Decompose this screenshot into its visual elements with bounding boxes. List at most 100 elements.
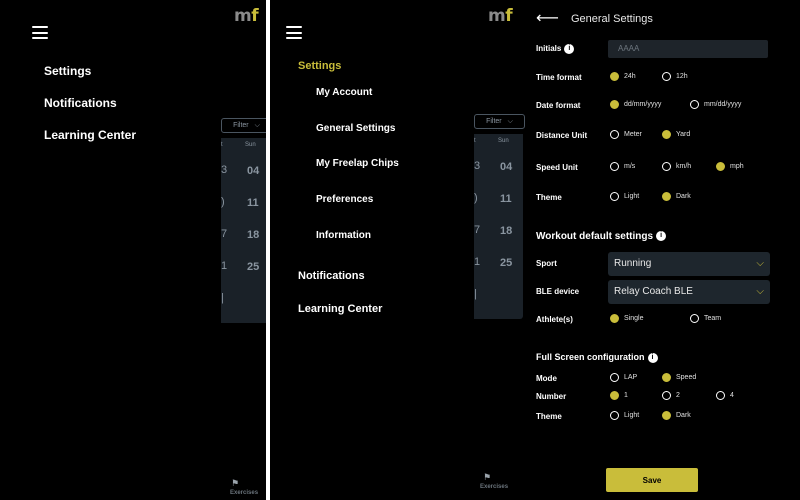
- page-title: General Settings: [570, 13, 653, 25]
- save-button[interactable]: Save: [606, 468, 698, 492]
- sport-select[interactable]: Running ⌵: [608, 252, 770, 276]
- submenu-information[interactable]: Information: [316, 230, 371, 241]
- exercises-tab[interactable]: ⚑ Exercises: [220, 478, 258, 496]
- radio-empty-icon: [662, 72, 671, 81]
- radio-athlete-single[interactable]: Single: [610, 314, 643, 323]
- radio-selected-icon: [662, 411, 671, 420]
- exercises-tab[interactable]: ⚑ Exercises: [470, 472, 508, 490]
- radio-distance-meter[interactable]: Meter: [610, 130, 642, 139]
- sport-label: Sport: [536, 259, 557, 268]
- calendar-column: t Sun 3 04 ) 11 7 18 1 25 |: [474, 134, 523, 319]
- radio-distance-yard[interactable]: Yard: [662, 130, 690, 139]
- radio-empty-icon: [690, 100, 699, 109]
- submenu-general-settings[interactable]: General Settings: [316, 123, 395, 134]
- radio-selected-icon: [610, 314, 619, 323]
- radio-theme-dark[interactable]: Dark: [662, 192, 691, 201]
- calendar-day[interactable]: 04: [247, 165, 259, 177]
- info-icon[interactable]: i: [647, 352, 658, 363]
- submenu-my-account[interactable]: My Account: [316, 87, 372, 98]
- menu-item-notifications[interactable]: Notifications: [44, 96, 117, 110]
- date-format-label: Date format: [536, 101, 581, 110]
- settings-menu-panel: mf Settings My Account General Settings …: [270, 0, 526, 500]
- radio-selected-icon: [610, 72, 619, 81]
- flag-icon: ⚑: [230, 478, 240, 488]
- menu-item-settings[interactable]: Settings: [44, 64, 91, 78]
- arrow-left-icon[interactable]: ⟵: [536, 11, 559, 27]
- app-logo: mf: [234, 6, 259, 26]
- ble-device-select[interactable]: Relay Coach BLE ⌵: [608, 280, 770, 304]
- radio-empty-icon: [610, 162, 619, 171]
- radio-date-ddmmyyyy[interactable]: dd/mm/yyyy: [610, 100, 661, 109]
- radio-time-24h[interactable]: 24h: [610, 72, 636, 81]
- calendar-day[interactable]: 11: [247, 197, 259, 209]
- radio-mode-lap[interactable]: LAP: [610, 373, 637, 382]
- workout-defaults-title: Workout default settings i: [536, 231, 667, 242]
- radio-selected-icon: [610, 391, 619, 400]
- exercises-tab-label: Exercises: [230, 490, 259, 496]
- initials-label: Initials i: [536, 44, 575, 54]
- main-menu-panel: mf Settings Notifications Learning Cente…: [0, 0, 266, 500]
- calendar-day[interactable]: 18: [500, 225, 512, 237]
- theme-label: Theme: [536, 193, 562, 202]
- calendar-day[interactable]: 04: [500, 161, 512, 173]
- menu-item-learning-center[interactable]: Learning Center: [298, 303, 382, 315]
- fullscreen-theme-label: Theme: [536, 412, 562, 421]
- calendar-column: t Sun 3 04 ) 11 7 18 1 25 |: [221, 138, 266, 323]
- calendar-day[interactable]: 11: [500, 193, 512, 205]
- number-label: Number: [536, 392, 567, 401]
- radio-number-2[interactable]: 2: [662, 391, 680, 400]
- radio-number-4[interactable]: 4: [716, 391, 734, 400]
- radio-speed-kmh[interactable]: km/h: [662, 162, 691, 171]
- radio-time-12h[interactable]: 12h: [662, 72, 688, 81]
- info-icon[interactable]: i: [564, 44, 575, 54]
- radio-empty-icon: [610, 130, 619, 139]
- weekday-label: Sun: [498, 138, 509, 144]
- radio-number-1[interactable]: 1: [610, 391, 628, 400]
- radio-theme-light[interactable]: Light: [610, 192, 639, 201]
- radio-speed-ms[interactable]: m/s: [610, 162, 635, 171]
- hamburger-menu-icon[interactable]: [32, 26, 48, 39]
- radio-fs-theme-light[interactable]: Light: [610, 411, 639, 420]
- radio-date-mmddyyyy[interactable]: mm/dd/yyyy: [690, 100, 741, 109]
- radio-empty-icon: [610, 373, 619, 382]
- ble-device-label: BLE device: [536, 287, 580, 296]
- radio-speed-mph[interactable]: mph: [716, 162, 744, 171]
- chevron-down-icon: ⌵: [254, 121, 260, 129]
- radio-selected-icon: [610, 100, 619, 109]
- submenu-my-freelap-chips[interactable]: My Freelap Chips: [316, 158, 399, 169]
- menu-item-notifications[interactable]: Notifications: [298, 270, 365, 282]
- chevron-down-icon: ⌵: [756, 258, 764, 269]
- radio-athlete-team[interactable]: Team: [690, 314, 721, 323]
- radio-empty-icon: [662, 391, 671, 400]
- mode-label: Mode: [536, 374, 557, 383]
- filter-dropdown[interactable]: Filter ⌵: [221, 118, 266, 133]
- radio-selected-icon: [716, 162, 725, 171]
- exercises-tab-label: Exercises: [480, 484, 509, 490]
- general-settings-panel: ⟵ General Settings Initials i AAAA Time f…: [526, 0, 800, 500]
- chevron-down-icon: ⌵: [507, 117, 513, 125]
- filter-dropdown[interactable]: Filter ⌵: [474, 114, 525, 129]
- radio-empty-icon: [610, 192, 619, 201]
- header-bar: ⟵ General Settings: [536, 10, 653, 28]
- submenu-preferences[interactable]: Preferences: [316, 194, 373, 205]
- app-logo: mf: [488, 6, 513, 26]
- speed-unit-label: Speed Unit: [536, 163, 578, 172]
- fullscreen-config-title: Full Screen configuration i: [536, 352, 658, 363]
- calendar-day[interactable]: 25: [247, 261, 259, 273]
- radio-fs-theme-dark[interactable]: Dark: [662, 411, 691, 420]
- menu-item-learning-center[interactable]: Learning Center: [44, 128, 136, 142]
- athletes-label: Athlete(s): [536, 315, 573, 324]
- calendar-day[interactable]: 18: [247, 229, 259, 241]
- hamburger-menu-icon[interactable]: [286, 26, 302, 39]
- radio-empty-icon: [690, 314, 699, 323]
- info-icon[interactable]: i: [656, 231, 667, 242]
- initials-input[interactable]: AAAA: [608, 40, 768, 58]
- radio-empty-icon: [716, 391, 725, 400]
- chevron-down-icon: ⌵: [756, 286, 764, 297]
- radio-selected-icon: [662, 192, 671, 201]
- radio-mode-speed[interactable]: Speed: [662, 373, 696, 382]
- menu-item-settings[interactable]: Settings: [298, 60, 341, 72]
- calendar-day[interactable]: 25: [500, 257, 512, 269]
- flag-icon: ⚑: [482, 472, 492, 482]
- radio-selected-icon: [662, 373, 671, 382]
